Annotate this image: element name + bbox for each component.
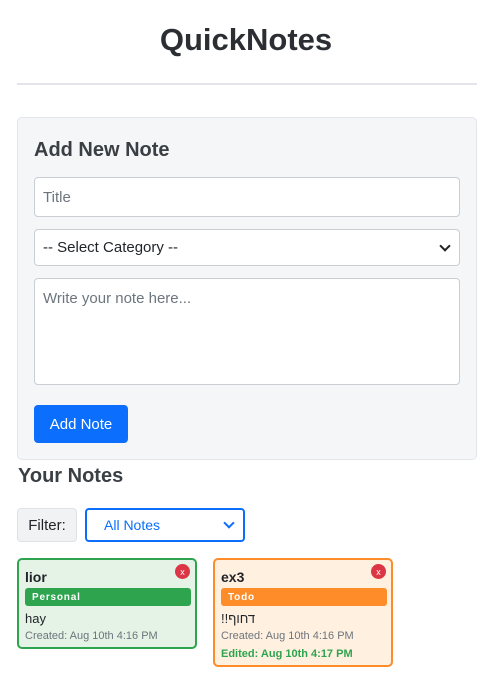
notes-heading: Your Notes xyxy=(18,465,124,487)
delete-note-button[interactable]: x xyxy=(371,564,386,579)
note-card: lior x Personal hay Created: Aug 10th 4:… xyxy=(17,558,197,649)
header-divider xyxy=(17,83,477,85)
app-title: QuickNotes xyxy=(159,22,333,57)
add-note-form: Add New Note -- Select Category -- Add N… xyxy=(17,117,477,460)
note-content-textarea[interactable] xyxy=(34,278,460,385)
delete-note-button[interactable]: x xyxy=(175,564,190,579)
form-heading: Add New Note xyxy=(34,139,170,161)
title-input[interactable] xyxy=(34,177,460,217)
chevron-down-icon xyxy=(223,517,235,529)
category-badge: Todo xyxy=(221,588,387,606)
note-edited-time: Edited: Aug 10th 4:17 PM xyxy=(221,648,353,660)
filter-select[interactable]: All Notes xyxy=(85,508,245,542)
filter-select-value: All Notes xyxy=(104,517,161,533)
filter-label: Filter: xyxy=(17,508,77,542)
note-title: ex3 xyxy=(221,569,245,585)
note-created-time: Created: Aug 10th 4:16 PM xyxy=(25,630,158,642)
chevron-down-icon xyxy=(439,239,451,252)
add-note-button[interactable]: Add Note xyxy=(34,405,128,443)
category-badge: Personal xyxy=(25,588,191,606)
category-select-value: -- Select Category -- xyxy=(43,239,179,256)
note-created-time: Created: Aug 10th 4:16 PM xyxy=(221,630,354,642)
note-body: hay xyxy=(25,611,46,626)
note-card: ex3 x Todo דחוף!! Created: Aug 10th 4:16… xyxy=(213,558,393,667)
category-select[interactable]: -- Select Category -- xyxy=(34,229,460,266)
note-title: lior xyxy=(25,569,47,585)
note-body: דחוף!! xyxy=(221,611,256,626)
